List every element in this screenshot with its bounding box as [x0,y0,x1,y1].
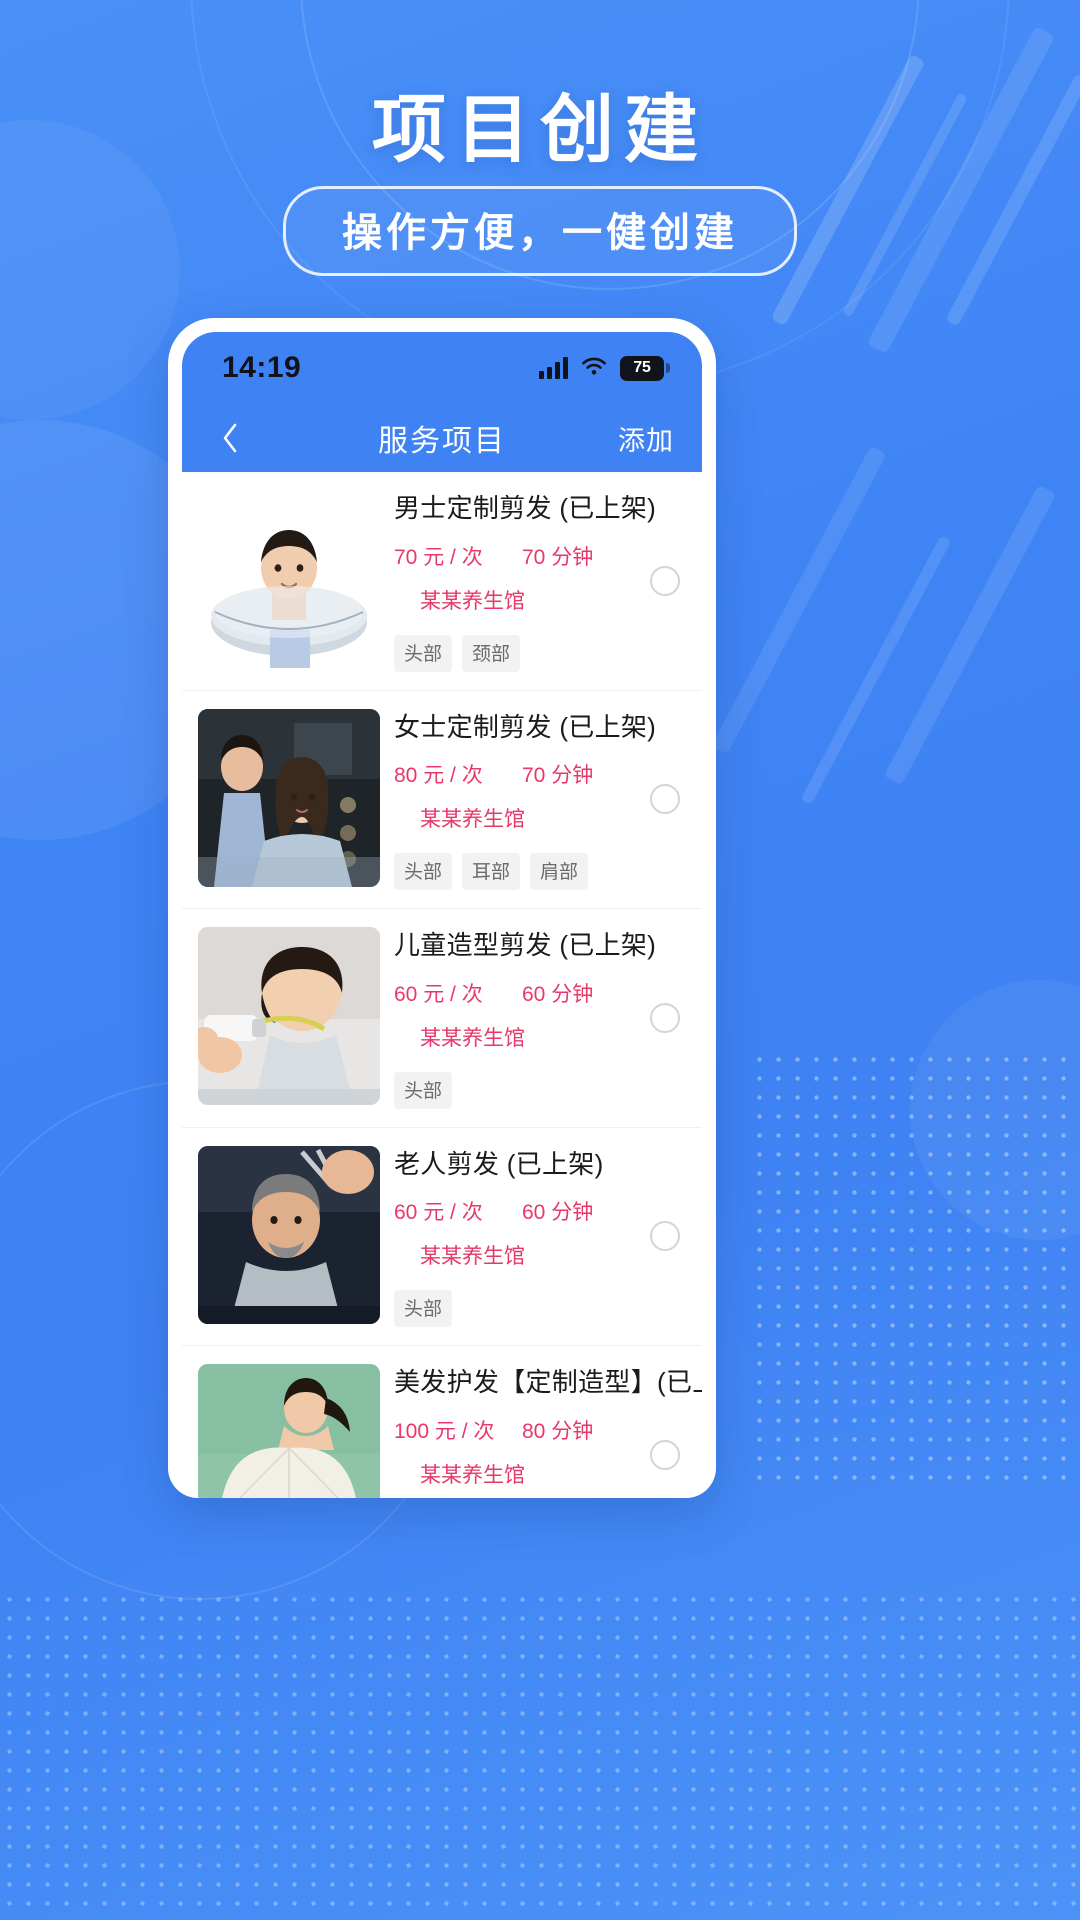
tag: 肩部 [530,853,589,890]
elderly-man-haircut-photo [198,1145,380,1324]
list-item-duration: 60 分钟 [522,982,594,1006]
bg-streak [711,445,887,755]
status-clock: 14:19 [222,351,302,384]
list-item-tags: 头部 耳部 肩部 [394,853,686,890]
bg-streak [883,484,1057,786]
tag: 头部 [394,634,453,672]
list-item[interactable]: 美发护发【定制造型】(已上架) 100 元 / 次 80 分钟 某某养生馆 头部 [182,1346,702,1498]
list-item-duration: 60 分钟 [522,1201,594,1224]
status-bar: 14:19 75 [182,332,702,404]
bg-dot-grid [0,1590,1080,1920]
list-item-price: 80 元 / 次 [394,764,483,787]
phone-mockup: 14:19 75 服务项目 添加 男士定制剪发 (已上架) 70 元 / 次 7… [168,318,716,1498]
list-item-tags: 头部 [394,1071,686,1109]
list-item-tags: 头部 [394,1290,686,1327]
select-radio[interactable] [650,1221,680,1252]
tag: 颈部 [462,634,521,672]
page-title: 项目创建 [372,88,708,171]
list-item[interactable]: 男士定制剪发 (已上架) 70 元 / 次 70 分钟 某某养生馆 头部 颈部 [182,472,702,691]
list-item-title: 美发护发【定制造型】(已上架) [394,1367,702,1397]
nav-title: 服务项目 [378,425,506,458]
child-clipper-haircut-photo [198,927,380,1105]
list-item-meta: 60 元 / 次 60 分钟 [394,1196,686,1226]
tag: 头部 [394,1290,453,1327]
list-item-title: 儿童造型剪发 (已上架) [394,930,657,960]
select-radio[interactable] [650,784,680,815]
signal-bars-icon [539,357,568,379]
status-icons: 75 [539,355,670,382]
woman-salon-haircut-photo [198,708,380,887]
list-item[interactable]: 老人剪发 (已上架) 60 元 / 次 60 分钟 某某养生馆 头部 [182,1128,702,1346]
list-item-meta: 100 元 / 次 80 分钟 [394,1415,686,1445]
list-item-title: 男士定制剪发 (已上架) [394,493,657,523]
list-item-price: 70 元 / 次 [394,545,483,569]
chevron-left-icon [220,422,240,454]
bg-dot-grid [750,1050,1080,1480]
list-item-store: 某某养生馆 [420,1026,525,1050]
list-item-price: 60 元 / 次 [394,982,483,1006]
list-item[interactable]: 女士定制剪发 (已上架) 80 元 / 次 70 分钟 某某养生馆 头部 耳部 … [182,691,702,909]
bg-blob [910,980,1080,1240]
list-item-meta: 80 元 / 次 70 分钟 [394,759,686,789]
phone-screen: 14:19 75 服务项目 添加 男士定制剪发 (已上架) 70 元 / 次 7… [182,332,702,1498]
list-item-title: 女士定制剪发 (已上架) [394,711,657,742]
page-subtitle-wrapper: 操作方便，一健创建 [0,186,1080,276]
list-item-store: 某某养生馆 [420,1245,525,1268]
select-radio[interactable] [650,1002,680,1033]
list-item[interactable]: 儿童造型剪发 (已上架) 60 元 / 次 60 分钟 某某养生馆 头部 [182,909,702,1128]
poster-canvas: 项目创建 操作方便，一健创建 14:19 75 服务项目 添加 男士定制剪发 (… [0,0,1080,1920]
page-subtitle: 操作方便，一健创建 [283,186,797,276]
wifi-icon [580,355,608,382]
list-item-info: 美发护发【定制造型】(已上架) 100 元 / 次 80 分钟 某某养生馆 头部 [380,1364,702,1498]
bg-streak [800,534,952,806]
woman-ponytail-cape-photo [198,1364,380,1498]
list-item-meta: 70 元 / 次 70 分钟 [394,541,686,571]
list-item-meta: 60 元 / 次 60 分钟 [394,978,686,1008]
list-item-price: 100 元 / 次 [394,1419,495,1443]
list-item-tags: 头部 颈部 [394,634,686,672]
list-item-title: 老人剪发 (已上架) [394,1148,604,1179]
battery-icon: 75 [620,355,670,381]
list-item-price: 60 元 / 次 [394,1201,483,1224]
add-button[interactable]: 添加 [618,419,674,458]
man-haircut-cape-photo [198,490,380,668]
list-item-duration: 70 分钟 [522,764,594,787]
list-item-store: 某某养生馆 [420,808,525,831]
tag: 头部 [394,1071,453,1109]
battery-level-label: 75 [620,355,664,381]
back-button[interactable] [210,418,250,458]
list-item-info: 老人剪发 (已上架) 60 元 / 次 60 分钟 某某养生馆 头部 [380,1146,686,1327]
nav-bar: 服务项目 添加 [182,404,702,472]
tag: 耳部 [462,853,521,890]
list-item-info: 儿童造型剪发 (已上架) 60 元 / 次 60 分钟 某某养生馆 头部 [380,927,686,1109]
list-item-info: 女士定制剪发 (已上架) 80 元 / 次 70 分钟 某某养生馆 头部 耳部 … [380,709,686,890]
list-item-duration: 80 分钟 [522,1419,594,1443]
list-item-store: 某某养生馆 [420,1463,525,1487]
service-list[interactable]: 男士定制剪发 (已上架) 70 元 / 次 70 分钟 某某养生馆 头部 颈部 [182,472,702,1498]
select-radio[interactable] [650,565,680,596]
select-radio[interactable] [650,1439,680,1470]
list-item-duration: 70 分钟 [522,545,594,569]
list-item-info: 男士定制剪发 (已上架) 70 元 / 次 70 分钟 某某养生馆 头部 颈部 [380,490,686,672]
tag: 头部 [394,853,453,890]
list-item-store: 某某养生馆 [420,589,525,613]
